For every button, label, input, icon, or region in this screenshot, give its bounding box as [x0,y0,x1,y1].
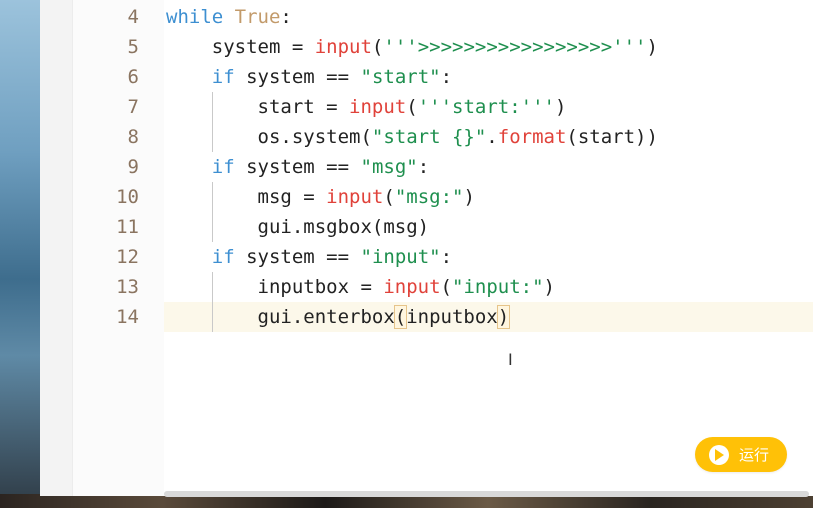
code-text: system = input('''>>>>>>>>>>>>>>>>>''') [166,32,658,62]
code-token: if [211,156,235,178]
code-token: while [166,6,224,28]
line-number: 8 [127,126,139,148]
code-token: "msg:" [394,186,464,208]
code-token: system == [234,156,361,178]
line-number: 14 [116,306,139,328]
code-token: : [280,6,292,28]
code-text: if system == "msg": [166,152,429,182]
matched-bracket: ) [496,305,511,329]
code-token: ( [371,36,384,58]
code-line[interactable]: 8 os.system("start {}".format(start)) [0,122,813,152]
code-token: ) [543,276,555,298]
line-number: 10 [116,186,139,208]
code-token: msg = [166,186,327,208]
code-token: input [314,36,372,58]
code-token: if [211,66,235,88]
code-token: ) [463,186,475,208]
code-token: system = [166,36,315,58]
code-line[interactable]: 11 gui.msgbox(msg) [0,212,813,242]
line-number: 13 [116,276,139,298]
code-token: : [417,156,430,178]
play-icon [709,444,729,465]
code-token: : [440,246,453,268]
code-token: "input" [360,246,441,268]
code-line[interactable]: 12 if system == "input": [0,242,813,272]
code-token: ( [383,186,395,208]
code-token: "msg" [360,156,418,178]
code-token: ) [554,96,567,118]
code-token: if [211,246,235,268]
code-line[interactable]: 14 gui.enterbox(inputbox) [0,302,813,332]
code-token: input [349,96,407,118]
code-token: ( [440,276,452,298]
line-number: 7 [127,96,139,118]
code-text: gui.enterbox(inputbox) [166,302,511,332]
text-cursor-icon: I [508,350,513,369]
matched-bracket: ( [393,305,408,329]
code-token: '''>>>>>>>>>>>>>>>>>''' [383,36,647,58]
code-token: gui.msgbox(msg) [166,216,430,238]
code-line[interactable]: 7 start = input('''start:''') [0,92,813,122]
code-text: if system == "input": [166,242,452,272]
run-button[interactable]: 运行 [695,437,787,472]
code-token: . [486,126,498,148]
code-text: os.system("start {}".format(start)) [166,122,658,152]
code-token: '''start:''' [417,96,555,118]
line-number: 9 [127,156,139,178]
line-number: 5 [127,36,139,58]
code-text: gui.msgbox(msg) [166,212,430,242]
code-line[interactable]: 13 inputbox = input("input:") [0,272,813,302]
code-token: gui.enterbox [166,306,395,328]
code-token: "start" [360,66,441,88]
code-text: while True: [166,2,292,32]
code-token: True [234,6,281,28]
line-number: 6 [127,66,139,88]
code-token: system == [234,246,361,268]
code-token: start = [166,96,350,118]
code-line[interactable]: 6 if system == "start": [0,62,813,92]
code-text: start = input('''start:''') [166,92,567,122]
code-token: system == [234,66,361,88]
line-number: 11 [116,216,139,238]
code-line[interactable]: 5 system = input('''>>>>>>>>>>>>>>>>>'''… [0,32,813,62]
code-token: inputbox = [166,276,384,298]
code-token: input [326,186,384,208]
code-token: ( [406,96,418,118]
code-text: msg = input("msg:") [166,182,475,212]
code-text: if system == "start": [166,62,452,92]
code-token: os.system( [166,126,372,148]
code-token: ) [646,36,658,58]
code-token: format [497,126,567,148]
code-text: inputbox = input("input:") [166,272,555,302]
code-line[interactable]: 4 while True: [0,2,813,32]
code-token: input [383,276,441,298]
code-line[interactable]: 10 msg = input("msg:") [0,182,813,212]
run-button-label: 运行 [739,446,770,464]
code-token: "start {}" [371,126,487,148]
line-number: 4 [127,6,139,28]
code-token: (start)) [566,126,658,148]
code-line[interactable]: 9 if system == "msg": [0,152,813,182]
line-number: 12 [116,246,139,268]
horizontal-scrollbar[interactable] [164,491,809,497]
code-token: : [440,66,453,88]
code-token: "input:" [452,276,544,298]
code-token: inputbox [406,306,498,328]
